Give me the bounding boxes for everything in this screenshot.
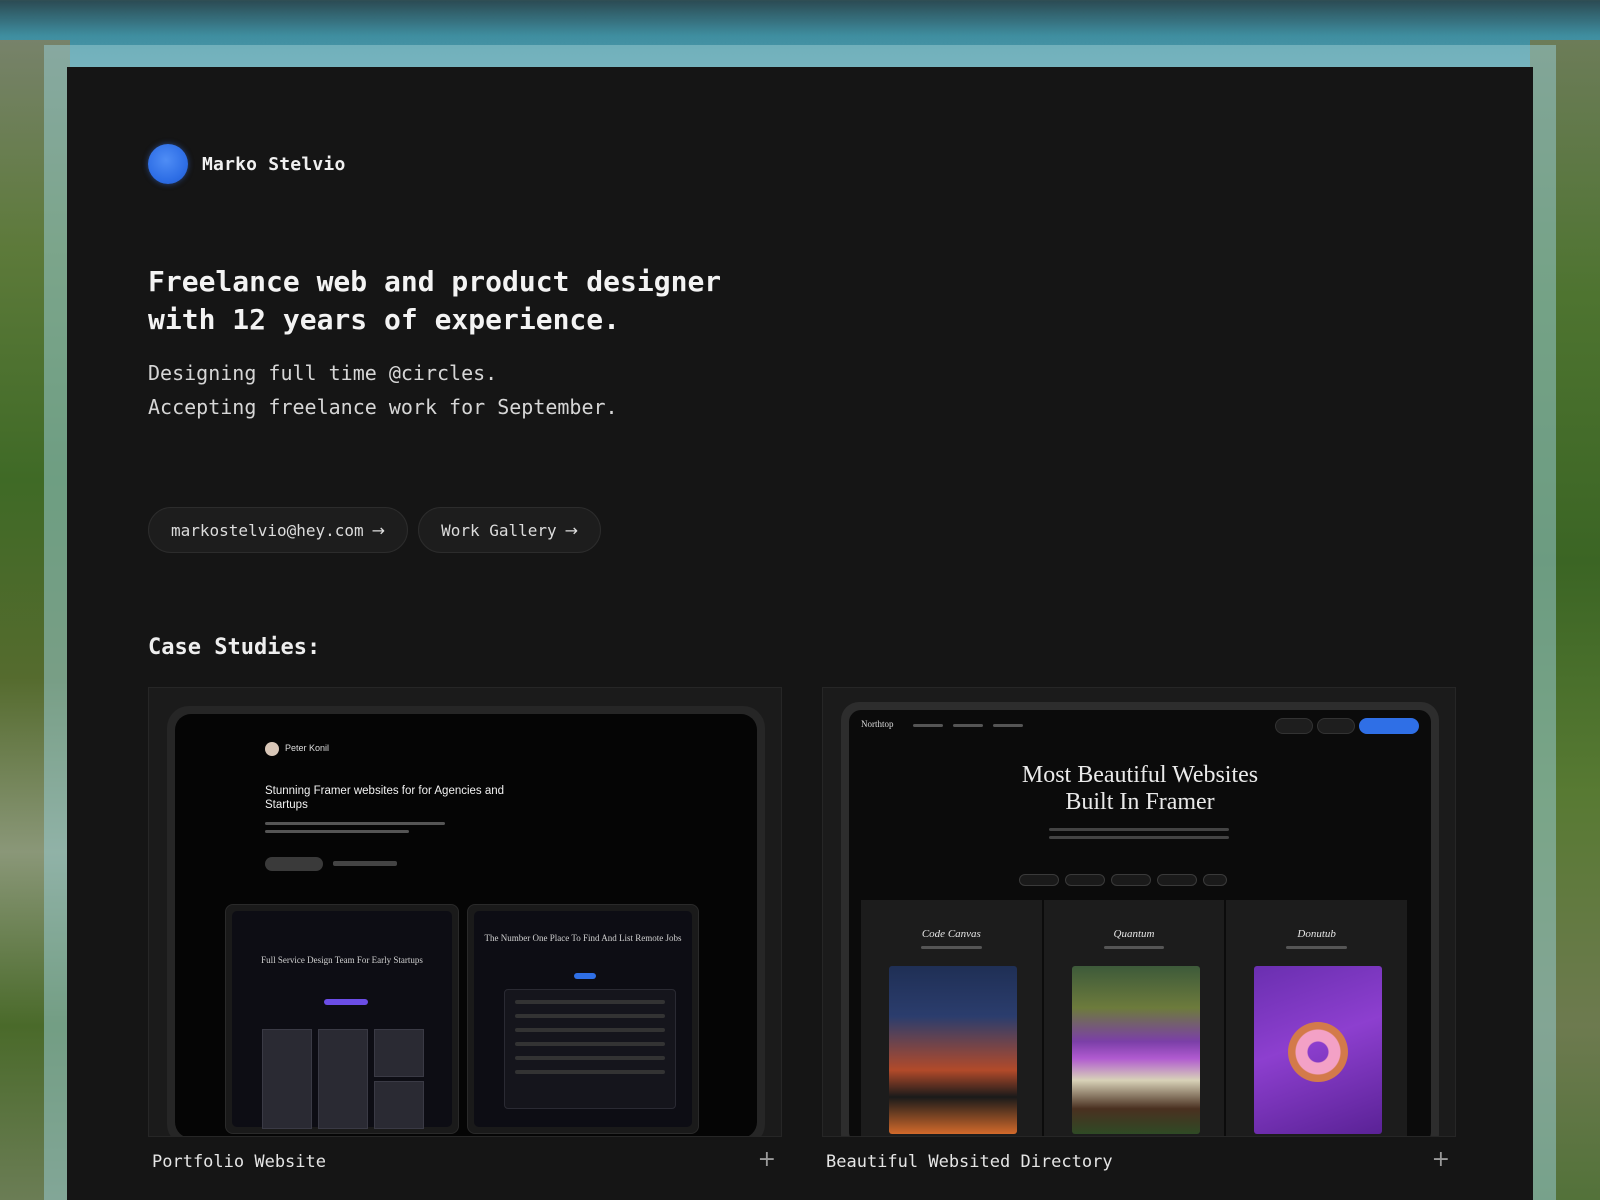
donut-illustration: [1288, 1022, 1349, 1082]
mockup-cta: [324, 999, 368, 1005]
contact-links: markostelvio@hey.com → Work Gallery →: [148, 507, 602, 553]
mockup-subscreen-title: Full Service Design Team For Early Start…: [261, 955, 423, 965]
mockup-tile: Code Canvas: [861, 900, 1042, 1136]
case-study-thumbnail[interactable]: Peter Konil Stunning Framer websites for…: [148, 687, 782, 1137]
work-gallery-label: Work Gallery: [441, 520, 557, 540]
portfolio-page: Marko Stelvio Freelance web and product …: [67, 67, 1533, 1200]
case-study-card-directory[interactable]: Northtop Most Beautiful Websites Built I…: [822, 687, 1456, 1200]
mockup-nav-button: [1317, 718, 1355, 734]
avatar: [148, 144, 188, 184]
mockup-avatar: [265, 742, 279, 756]
mockup-tile: Donutub: [1226, 900, 1408, 1136]
mockup-screen: Peter Konil Stunning Framer websites for…: [175, 714, 757, 1136]
mockup-nav-button: [1359, 718, 1419, 734]
mockup-hero-line: Built In Framer: [1065, 789, 1215, 815]
plus-icon[interactable]: +: [1432, 1147, 1450, 1172]
arrow-right-icon: →: [371, 520, 386, 540]
arrow-right-icon: →: [564, 520, 579, 540]
case-study-card-portfolio[interactable]: Peter Konil Stunning Framer websites for…: [148, 687, 782, 1200]
email-link-label: markostelvio@hey.com: [171, 520, 364, 540]
mockup-tile-title: Quantum: [1113, 928, 1155, 940]
mockup-subscreen: The Number One Place To Find And List Re…: [467, 904, 699, 1134]
mockup-tags: [1019, 874, 1227, 886]
mockup-tile-title: Code Canvas: [921, 928, 981, 940]
device-mockup: Northtop Most Beautiful Websites Built I…: [841, 702, 1439, 1136]
mockup-poster-image: [889, 966, 1017, 1134]
device-mockup: Peter Konil Stunning Framer websites for…: [167, 706, 765, 1136]
mockup-hero-title: Most Beautiful Websites Built In Framer: [849, 762, 1431, 816]
case-studies-title: Case Studies:: [148, 635, 321, 660]
mockup-hero-sub: [1049, 828, 1229, 844]
mockup-tile: Quantum: [1043, 900, 1225, 1136]
mockup-tile-title: Donutub: [1297, 928, 1336, 940]
email-link[interactable]: markostelvio@hey.com →: [148, 507, 409, 553]
mockup-nav-button: [1275, 718, 1313, 734]
mockup-hero-line: Most Beautiful Websites: [1021, 762, 1259, 788]
mockup-paragraph: [265, 822, 445, 838]
case-study-label: Portfolio Website: [152, 1152, 326, 1172]
work-gallery-link[interactable]: Work Gallery →: [418, 507, 602, 553]
mockup-subscreen: Full Service Design Team For Early Start…: [225, 904, 459, 1134]
mockup-navbar: Northtop: [861, 718, 1419, 734]
hero-subtext-line: Accepting freelance work for September.: [148, 395, 618, 419]
mockup-cta: [574, 973, 596, 979]
case-study-label: Beautiful Websited Directory: [826, 1152, 1113, 1172]
profile-name: Marko Stelvio: [202, 153, 346, 175]
mockup-logo: Northtop: [861, 719, 894, 729]
mockup-name: Peter Konil: [285, 743, 330, 753]
mockup-button: [265, 857, 323, 871]
mockup-screen: Northtop Most Beautiful Websites Built I…: [849, 710, 1431, 1136]
mockup-headline: Stunning Framer websites for for Agencie…: [265, 785, 505, 811]
mockup-job-list: [504, 989, 676, 1109]
plus-icon[interactable]: +: [758, 1147, 776, 1172]
hero-subtext: Designing full time @circles. Accepting …: [148, 356, 848, 424]
mockup-link: [333, 861, 397, 866]
mockup-poster-image: [1254, 966, 1383, 1134]
hero-headline: Freelance web and product designer with …: [148, 263, 848, 339]
profile-header: Marko Stelvio: [148, 144, 345, 184]
mockup-poster-image: [1071, 966, 1200, 1134]
hero-headline-line: Freelance web and product designer: [148, 265, 722, 298]
mockup-tile-grid: Code Canvas Quantum Donutub: [861, 900, 1408, 1136]
mockup-subscreen-title: The Number One Place To Find And List Re…: [484, 933, 682, 943]
hero-headline-line: with 12 years of experience.: [148, 303, 621, 336]
hero-subtext-line: Designing full time @circles.: [148, 361, 498, 385]
case-study-thumbnail[interactable]: Northtop Most Beautiful Websites Built I…: [822, 687, 1456, 1137]
